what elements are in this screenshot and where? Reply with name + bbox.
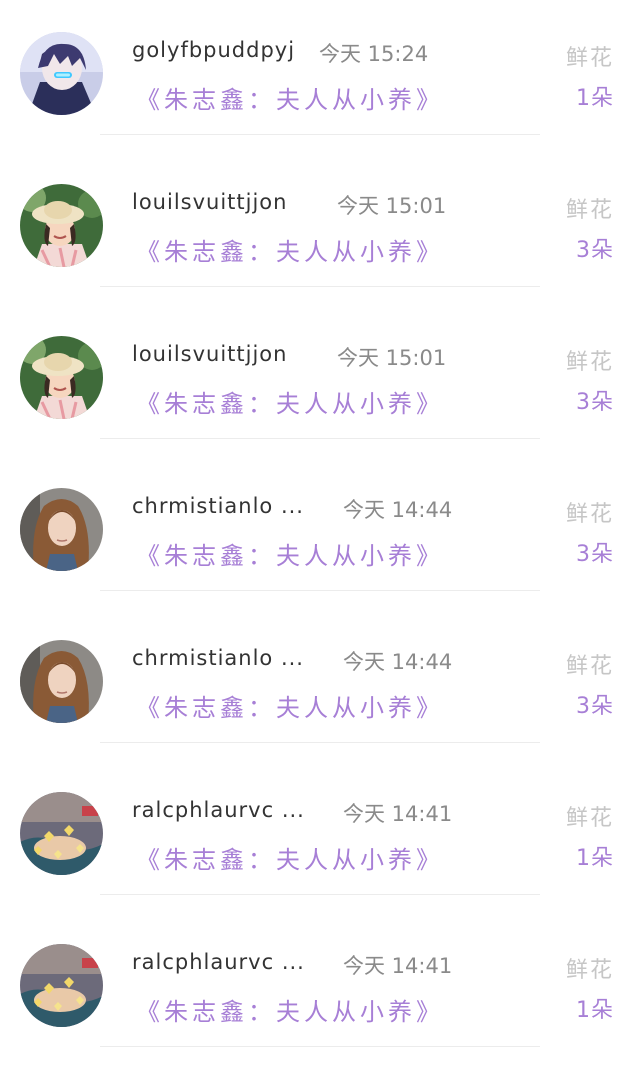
list-item[interactable]: ralcphlaurvc ... 今天 14:41 《朱志鑫：夫人从小养》 鲜花… [0,912,636,1064]
user-name[interactable]: golyfbpuddpyj [132,38,295,62]
divider [100,438,540,439]
user-name[interactable]: chrmistianlo ... [132,646,304,670]
user-name[interactable]: louilsvuittjjon [132,190,287,214]
avatar[interactable] [20,32,103,115]
user-name[interactable]: ralcphlaurvc ... [132,950,305,974]
flower-label: 鲜花 [565,654,614,679]
flower-count: 1朵 [576,846,614,871]
flower-label: 鲜花 [565,46,614,71]
divider [100,1046,540,1047]
timestamp: 今天 14:41 [343,802,453,826]
timestamp: 今天 14:44 [343,650,453,674]
hands-hearts-avatar-icon [20,792,103,875]
flower-label: 鲜花 [565,350,614,375]
user-name[interactable]: chrmistianlo ... [132,494,304,518]
divider [100,894,540,895]
girl-hat-avatar-icon [20,336,103,419]
list-item[interactable]: golyfbpuddpyj 今天 15:24 《朱志鑫：夫人从小养》 鲜花 1朵 [0,0,636,152]
timestamp: 今天 14:41 [343,954,453,978]
divider [100,134,540,135]
user-name[interactable]: ralcphlaurvc ... [132,798,305,822]
gift-record-list: golyfbpuddpyj 今天 15:24 《朱志鑫：夫人从小养》 鲜花 1朵… [0,0,636,1067]
divider [100,286,540,287]
list-item[interactable]: louilsvuittjjon 今天 15:01 《朱志鑫：夫人从小养》 鲜花 … [0,304,636,456]
flower-label: 鲜花 [565,502,614,527]
flower-count: 1朵 [576,86,614,111]
divider [100,590,540,591]
avatar[interactable] [20,640,103,723]
timestamp: 今天 15:24 [319,42,429,66]
anime-boy-avatar-icon [20,32,103,115]
divider [100,742,540,743]
avatar[interactable] [20,184,103,267]
list-item[interactable]: chrmistianlo ... 今天 14:44 《朱志鑫：夫人从小养》 鲜花… [0,456,636,608]
timestamp: 今天 14:44 [343,498,453,522]
flower-label: 鲜花 [565,958,614,983]
book-title[interactable]: 《朱志鑫：夫人从小养》 [136,384,444,419]
long-hair-girl-avatar-icon [20,488,103,571]
girl-hat-avatar-icon [20,184,103,267]
book-title[interactable]: 《朱志鑫：夫人从小养》 [136,840,444,875]
book-title[interactable]: 《朱志鑫：夫人从小养》 [136,536,444,571]
user-name[interactable]: louilsvuittjjon [132,342,287,366]
flower-count: 3朵 [576,694,614,719]
book-title[interactable]: 《朱志鑫：夫人从小养》 [136,232,444,267]
avatar[interactable] [20,792,103,875]
timestamp: 今天 15:01 [337,194,447,218]
list-item[interactable]: ralcphlaurvc ... 今天 14:41 《朱志鑫：夫人从小养》 鲜花… [0,760,636,912]
list-item[interactable]: chrmistianlo ... 今天 14:44 《朱志鑫：夫人从小养》 鲜花… [0,608,636,760]
flower-label: 鲜花 [565,198,614,223]
book-title[interactable]: 《朱志鑫：夫人从小养》 [136,80,444,115]
long-hair-girl-avatar-icon [20,640,103,723]
flower-label: 鲜花 [565,806,614,831]
timestamp: 今天 15:01 [337,346,447,370]
book-title[interactable]: 《朱志鑫：夫人从小养》 [136,992,444,1027]
book-title[interactable]: 《朱志鑫：夫人从小养》 [136,688,444,723]
avatar[interactable] [20,488,103,571]
flower-count: 3朵 [576,238,614,263]
list-item[interactable]: louilsvuittjjon 今天 15:01 《朱志鑫：夫人从小养》 鲜花 … [0,152,636,304]
hands-hearts-avatar-icon [20,944,103,1027]
flower-count: 3朵 [576,390,614,415]
flower-count: 1朵 [576,998,614,1023]
avatar[interactable] [20,336,103,419]
avatar[interactable] [20,944,103,1027]
flower-count: 3朵 [576,542,614,567]
